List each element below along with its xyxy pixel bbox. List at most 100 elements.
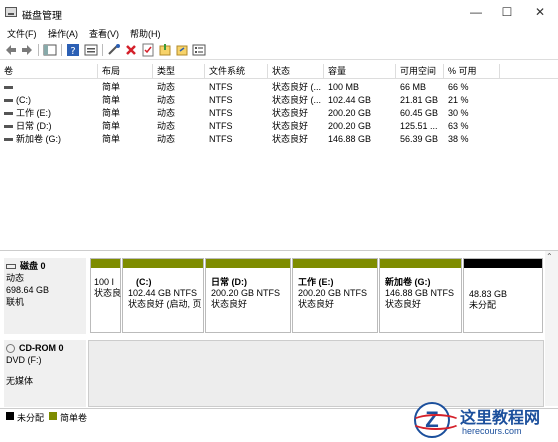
partition-e[interactable]: 工作 (E:) 200.20 GB NTFS 状态良好 [292,258,378,333]
partition-status: 未分配 [469,300,497,310]
volume-free-space: 66 MB [400,82,427,92]
partition-status: 状态良好 [211,299,248,309]
partition-size: 102.44 GB NTFS [128,288,198,298]
partition-size: 200.20 GB NTFS [298,288,368,298]
volume-icon [4,86,13,90]
forward-arrow-icon[interactable] [20,43,34,57]
column-header-layout[interactable]: 布局 [98,64,153,79]
volume-free-space: 21.81 GB [400,95,439,105]
volume-capacity: 146.88 GB [328,134,372,144]
partition-c[interactable]: (C:) 102.44 GB NTFS 状态良好 (启动, 页 [122,258,204,333]
menu-help[interactable]: 帮助(H) [130,27,161,40]
column-header-free-space[interactable]: 可用空间 [396,64,444,79]
check-icon[interactable] [141,43,155,57]
volume-type: 动态 [157,82,176,92]
volume-type: 动态 [157,95,176,105]
toolbar-separator [102,44,103,56]
disk-0-name: 磁盘 0 [20,261,46,271]
partition-status: 状态良好 (启动, 页 [128,299,202,309]
volume-layout: 简单 [102,121,121,131]
help-icon[interactable]: ? [66,43,80,57]
volume-capacity: 200.20 GB [328,121,372,131]
column-header-type[interactable]: 类型 [153,64,205,79]
unallocated-bar [464,259,542,268]
volume-status: 状态良好 (... [272,95,321,105]
simple-volume-bar [206,259,290,268]
volume-icon [4,125,13,129]
column-header-capacity[interactable]: 容量 [324,64,396,79]
volume-list-header: 卷 布局 类型 文件系统 状态 容量 可用空间 % 可用 [0,64,558,79]
volume-name: (C:) [16,95,31,105]
volume-layout: 简单 [102,134,121,144]
properties-icon[interactable] [84,43,98,57]
maximize-button[interactable]: ☐ [491,0,523,24]
minimize-button[interactable]: — [460,0,492,24]
connect-icon[interactable] [107,43,121,57]
partition-d[interactable]: 日常 (D:) 200.20 GB NTFS 状态良好 [205,258,291,333]
table-row[interactable]: 简单 动态 NTFS 状态良好 (... 100 MB 66 MB 66 % [0,81,558,93]
disk-0-status: 联机 [6,297,25,307]
toolbar: ? [0,41,558,60]
cdrom-0-label[interactable]: CD-ROM 0 DVD (F:) 无媒体 [4,340,86,407]
partition-status: 状态良好 [385,299,422,309]
column-header-percent-free[interactable]: % 可用 [444,64,500,79]
volume-filesystem: NTFS [209,108,233,118]
back-arrow-icon[interactable] [4,43,18,57]
partition-status: 状态良好 [298,299,335,309]
volume-name: 工作 (E:) [16,108,51,118]
volume-status: 状态良好 [272,108,309,118]
close-button[interactable]: ✕ [524,0,556,24]
column-header-filesystem[interactable]: 文件系统 [205,64,268,79]
console-tree-icon[interactable] [43,43,57,57]
volume-percent-free: 63 % [448,121,469,131]
volume-layout: 简单 [102,82,121,92]
partition-size: 48.83 GB [469,289,508,299]
vertical-scrollbar[interactable] [545,251,558,406]
table-row[interactable]: 日常 (D:) 简单 动态 NTFS 状态良好 200.20 GB 125.51… [0,120,558,132]
legend-simple-volume: 简单卷 [60,413,88,423]
toolbar-separator [61,44,62,56]
volume-status: 状态良好 (... [272,82,321,92]
toolbar-separator [38,44,39,56]
cdrom-media: 无媒体 [6,376,34,386]
volume-capacity: 200.20 GB [328,108,372,118]
volume-layout: 简单 [102,95,121,105]
volume-status: 状态良好 [272,134,309,144]
table-row[interactable]: (C:) 简单 动态 NTFS 状态良好 (... 102.44 GB 21.8… [0,94,558,106]
table-row[interactable]: 工作 (E:) 简单 动态 NTFS 状态良好 200.20 GB 60.45 … [0,107,558,119]
unallocated-swatch [6,412,14,420]
export-icon[interactable] [175,43,189,57]
partition-size: 146.88 GB NTFS [385,288,455,298]
menu-view[interactable]: 查看(V) [89,27,119,40]
partition-g[interactable]: 新加卷 (G:) 146.88 GB NTFS 状态良好 [379,258,462,333]
delete-icon[interactable] [124,43,138,57]
partition-unallocated[interactable]: 48.83 GB 未分配 [463,258,543,333]
menu-file[interactable]: 文件(F) [7,27,37,40]
partition-system-reserved[interactable]: 100 I 状态良 [90,258,121,333]
column-header-volume[interactable]: 卷 [0,64,98,79]
volume-type: 动态 [157,108,176,118]
list-view-icon[interactable] [192,43,206,57]
volume-filesystem: NTFS [209,121,233,131]
column-header-status[interactable]: 状态 [268,64,324,79]
cdrom-media-area[interactable] [88,340,544,407]
scroll-up-icon[interactable]: ⌃ [546,252,553,261]
volume-percent-free: 30 % [448,108,469,118]
disk-0-label[interactable]: 磁盘 0 动态 698.64 GB 联机 [4,258,86,334]
menu-action[interactable]: 操作(A) [48,27,78,40]
svg-text:?: ? [70,46,75,57]
cdrom-drive: DVD (F:) [6,355,42,365]
partition-title: (C:) [136,277,152,287]
volume-type: 动态 [157,121,176,131]
table-row[interactable]: 新加卷 (G:) 简单 动态 NTFS 状态良好 146.88 GB 56.39… [0,133,558,145]
volume-filesystem: NTFS [209,134,233,144]
partition-title: 新加卷 (G:) [385,277,431,287]
disk-0-size: 698.64 GB [6,285,50,295]
volume-percent-free: 66 % [448,82,469,92]
refresh-icon[interactable] [158,43,172,57]
partition-size: 200.20 GB NTFS [211,288,281,298]
watermark-logo: Z 这里教程网 herecours.com [410,400,558,442]
volume-icon [4,112,13,116]
disk-management-icon [5,7,17,17]
volume-name: 新加卷 (G:) [16,134,61,144]
